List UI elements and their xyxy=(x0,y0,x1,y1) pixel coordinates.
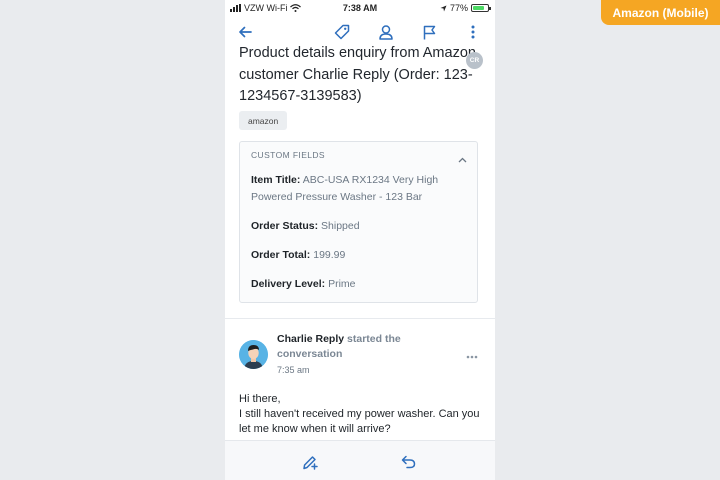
location-icon xyxy=(440,5,447,11)
message-text: I still haven't received my power washer… xyxy=(239,408,480,435)
compose-note-icon[interactable] xyxy=(300,452,320,472)
bottom-action-bar xyxy=(225,440,495,480)
mode-badge: Amazon (Mobile) xyxy=(601,0,720,25)
author-name[interactable]: Charlie Reply xyxy=(277,333,344,345)
more-horizontal-icon[interactable] xyxy=(466,346,478,364)
field-label: Item Title: xyxy=(251,174,301,186)
ticket-subject: Product details enquiry from Amazon cust… xyxy=(239,45,476,104)
tag-icon[interactable] xyxy=(330,20,354,44)
customer-avatar xyxy=(239,340,268,369)
custom-fields-panel: CUSTOM FIELDS Item Title: ABC-USA RX1234… xyxy=(239,141,478,303)
field-label: Order Status: xyxy=(251,220,319,232)
reply-icon[interactable] xyxy=(398,452,418,472)
field-value: Shipped xyxy=(321,220,360,232)
battery-percent: 77% xyxy=(449,3,468,13)
ticket-tag[interactable]: amazon xyxy=(239,111,288,130)
status-right: 77% xyxy=(440,3,491,13)
field-value: 199.99 xyxy=(313,249,346,261)
more-vertical-icon[interactable] xyxy=(461,20,485,44)
person-icon[interactable] xyxy=(374,20,398,44)
field-item-title: Item Title: ABC-USA RX1234 Very High Pow… xyxy=(251,172,466,206)
section-divider xyxy=(225,318,495,319)
field-order-total: Order Total: 199.99 xyxy=(251,247,466,264)
message-time: 7:35 am xyxy=(277,365,310,375)
conversation-header: Charlie Reply started the conversation xyxy=(277,332,457,362)
assignee-avatar[interactable]: CR xyxy=(466,52,483,69)
battery-icon xyxy=(471,4,491,12)
field-label: Delivery Level: xyxy=(251,278,326,290)
flag-icon[interactable] xyxy=(417,20,441,44)
field-delivery-level: Delivery Level: Prime xyxy=(251,276,466,293)
back-arrow-icon[interactable] xyxy=(233,20,257,44)
phone-screen: VZW Wi-Fi 7:38 AM 77% Product details en… xyxy=(225,0,495,480)
custom-fields-header[interactable]: CUSTOM FIELDS xyxy=(251,150,325,160)
chevron-up-icon[interactable] xyxy=(458,150,467,168)
field-label: Order Total: xyxy=(251,249,311,261)
field-order-status: Order Status: Shipped xyxy=(251,218,466,235)
battery-fill xyxy=(473,6,484,10)
status-bar: VZW Wi-Fi 7:38 AM 77% xyxy=(225,0,495,15)
message-greeting: Hi there, xyxy=(239,393,281,405)
message-body: Hi there, I still haven't received my po… xyxy=(239,392,484,437)
field-value: Prime xyxy=(328,278,356,290)
